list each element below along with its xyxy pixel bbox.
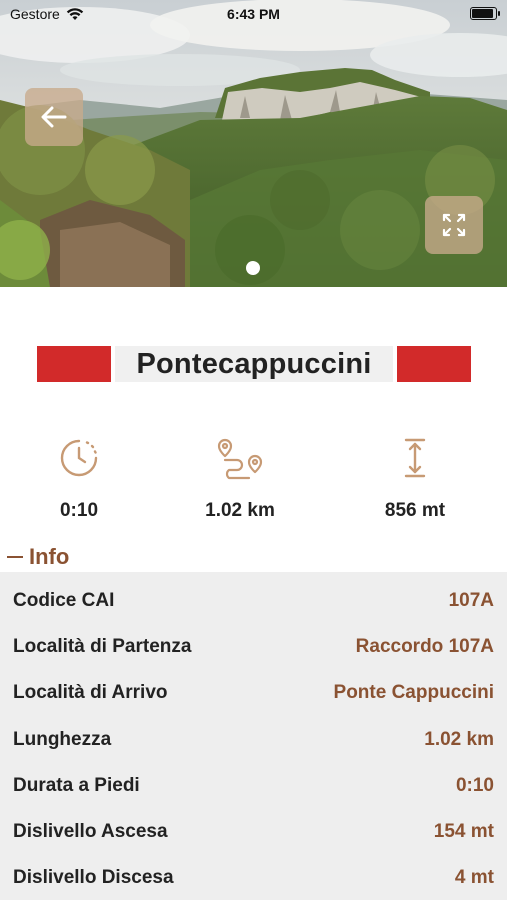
info-row-value: 154 mt: [433, 821, 494, 842]
arrow-left-icon: [41, 106, 67, 128]
info-row-label: Codice CAI: [13, 590, 115, 611]
info-row-label: Lunghezza: [13, 729, 112, 750]
page-indicator-dot[interactable]: [246, 261, 260, 275]
info-row-label: Località di Arrivo: [13, 682, 168, 703]
status-time: 6:43 PM: [227, 6, 280, 22]
info-row-lunghezza: Lunghezza 1.02 km: [0, 715, 507, 761]
info-section-title: Info: [29, 544, 70, 569]
info-row-label: Dislivello Ascesa: [13, 821, 168, 842]
info-row-label: Località di Partenza: [13, 636, 192, 657]
trail-title-banner: Pontecappuccini: [37, 346, 471, 382]
clock-icon: [60, 439, 98, 477]
info-row-partenza: Località di Partenza Raccordo 107A: [0, 622, 507, 668]
battery-icon: [470, 7, 500, 20]
fullscreen-button[interactable]: [425, 196, 483, 254]
back-button[interactable]: [25, 88, 83, 146]
info-row-value: 4 mt: [454, 867, 494, 888]
info-table: Codice CAI 107A Località di Partenza Rac…: [0, 572, 507, 900]
route-icon: [217, 438, 263, 480]
page-title: Pontecappuccini: [136, 347, 372, 380]
stat-duration: 0:10: [0, 436, 164, 522]
info-row-value: 0:10: [455, 775, 494, 796]
trail-stats: 0:10 1.02 km 856 mt: [0, 436, 507, 526]
stat-elevation-value: 856 mt: [384, 500, 446, 521]
info-row-value: 107A: [448, 590, 494, 611]
trail-flag-right: [397, 346, 471, 382]
info-row-value: 1.02 km: [424, 729, 494, 750]
info-row-value: Ponte Cappuccini: [333, 682, 494, 703]
elevation-icon: [404, 438, 426, 478]
hero-image[interactable]: Gestore 6:43 PM: [0, 0, 507, 287]
stat-elevation: 856 mt: [330, 436, 500, 522]
trail-flag-left: [37, 346, 111, 382]
status-bar: Gestore 6:43 PM: [0, 0, 507, 28]
info-row-arrivo: Località di Arrivo Ponte Cappuccini: [0, 668, 507, 714]
info-row-label: Durata a Piedi: [13, 775, 140, 796]
trail-title-box: Pontecappuccini: [115, 346, 393, 382]
stat-duration-value: 0:10: [59, 500, 99, 521]
info-row-discesa: Dislivello Discesa 4 mt: [0, 853, 507, 899]
info-row-durata: Durata a Piedi 0:10: [0, 761, 507, 807]
stat-length: 1.02 km: [155, 436, 325, 522]
stat-length-value: 1.02 km: [205, 500, 275, 521]
info-row-value: Raccordo 107A: [355, 636, 494, 657]
info-section-toggle[interactable]: Info: [7, 543, 69, 571]
collapse-icon: [7, 555, 23, 559]
info-row-codice-cai: Codice CAI 107A: [0, 576, 507, 622]
info-row-ascesa: Dislivello Ascesa 154 mt: [0, 807, 507, 853]
info-row-label: Dislivello Discesa: [13, 867, 174, 888]
expand-icon: [442, 213, 466, 237]
